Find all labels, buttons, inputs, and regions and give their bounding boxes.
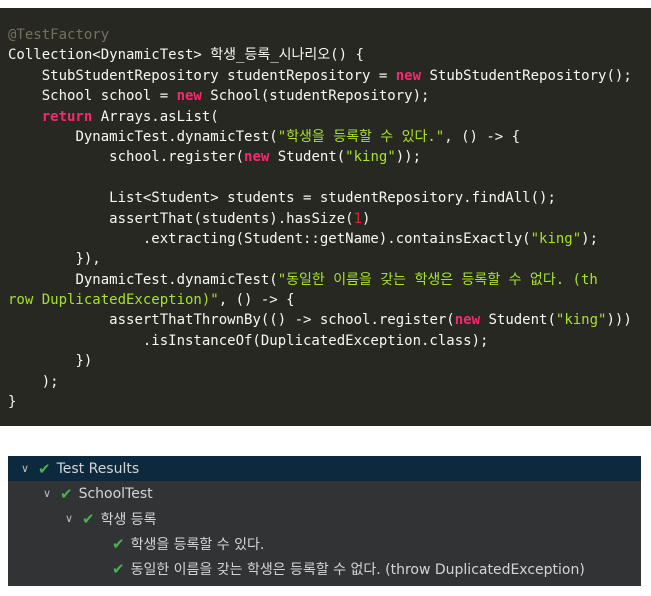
code-token: )))	[606, 312, 632, 329]
code-editor[interactable]: @TestFactory Collection<DynamicTest> 학생_등…	[0, 8, 651, 426]
check-icon: ✔	[112, 559, 125, 578]
code-token: school.register(	[109, 149, 245, 166]
test-result-row[interactable]: ∨ ✔ SchoolTest	[8, 481, 641, 506]
code-line: assertThat(students).hasSize(1)	[8, 209, 651, 229]
code-line: @TestFactory	[8, 25, 651, 45]
code-token: "학생을 등록할 수 있다."	[277, 128, 445, 145]
code-token: DynamicTest.dynamicTest(	[75, 271, 278, 288]
code-line: StubStudentRepository studentRepository …	[8, 66, 651, 86]
code-token: .isInstanceOf(DuplicatedException.class)…	[142, 332, 489, 349]
code-token: assertThatThrownBy(() -> school.register…	[109, 312, 455, 329]
code-line: Collection<DynamicTest> 학생_등록_시나리오() {	[8, 45, 651, 65]
code-line: school.register(new Student("king"));	[8, 147, 651, 167]
code-token: , () -> {	[444, 128, 521, 145]
code-token: "동일한 이름을 갖는 학생은 등록할 수 없다. (th	[277, 271, 598, 288]
test-result-row[interactable]: ∨ ✔ 학생 등록	[8, 506, 641, 531]
code-token: List<Student> students = studentReposito…	[109, 190, 556, 207]
test-result-label: 학생을 등록할 수 있다.	[130, 536, 265, 553]
code-token: .extracting(Student::getName).containsEx…	[142, 230, 531, 247]
code-line: .isInstanceOf(DuplicatedException.class)…	[8, 331, 651, 351]
code-token: return	[41, 108, 93, 125]
code-line: row DuplicatedException)", () -> {	[8, 290, 651, 310]
code-token: "king"	[530, 230, 582, 247]
code-token: Collection<DynamicTest> 학생_등록_시나리오() {	[8, 47, 364, 64]
code-line: }),	[8, 249, 651, 269]
code-line: School school = new School(studentReposi…	[8, 86, 651, 106]
code-token: , () -> {	[218, 292, 295, 309]
code-token: new	[176, 88, 202, 105]
code-line: return Arrays.asList(	[8, 107, 651, 127]
code-line: DynamicTest.dynamicTest("동일한 이름을 갖는 학생은 …	[8, 270, 651, 290]
code-token: DynamicTest.dynamicTest(	[75, 128, 278, 145]
code-token: School school =	[41, 88, 177, 105]
code-token: @TestFactory	[8, 27, 110, 43]
code-token: StubStudentRepository studentRepository …	[41, 67, 396, 84]
code-token: new	[395, 67, 422, 84]
code-line: );	[8, 372, 651, 392]
test-result-row[interactable]: ✔ 동일한 이름을 갖는 학생은 등록할 수 없다. (throw Duplica…	[8, 556, 641, 581]
code-token: 1	[353, 210, 363, 227]
code-token: );	[41, 373, 59, 390]
check-icon: ✔	[38, 459, 51, 478]
check-icon: ✔	[112, 534, 125, 553]
code-token: Arrays.asList(	[92, 108, 219, 125]
code-token: )	[362, 210, 371, 227]
chevron-down-icon[interactable]: ∨	[18, 462, 32, 475]
chevron-down-icon[interactable]: ∨	[62, 512, 76, 525]
code-token: Student(	[480, 312, 556, 329]
code-token: assertThat(students).hasSize(	[109, 210, 354, 227]
check-icon: ✔	[82, 509, 95, 528]
test-result-row[interactable]: ✔ 학생을 등록할 수 있다.	[8, 531, 641, 556]
code-token: row DuplicatedException)"	[8, 292, 219, 309]
code-line: assertThatThrownBy(() -> school.register…	[8, 310, 651, 330]
test-result-label: SchoolTest	[78, 485, 153, 502]
test-results-panel: ∨ ✔ Test Results ∨ ✔ SchoolTest ∨ ✔ 학생 등록 ✔ 학생을 등록…	[8, 456, 641, 586]
code-token: ));	[395, 149, 422, 166]
code-token: })	[75, 353, 93, 370]
check-icon: ✔	[60, 484, 73, 503]
code-token: StubStudentRepository();	[421, 67, 632, 84]
code-line: .extracting(Student::getName).containsEx…	[8, 229, 651, 249]
code-token: }),	[75, 251, 101, 268]
test-result-label: 학생 등록	[100, 511, 157, 528]
code-token: "king"	[345, 149, 396, 166]
code-token: new	[454, 312, 481, 329]
code-token: Student(	[269, 149, 346, 166]
chevron-down-icon[interactable]: ∨	[40, 487, 54, 500]
test-result-label: Test Results	[56, 460, 140, 477]
code-token: }	[8, 394, 17, 411]
test-result-row[interactable]: ∨ ✔ Test Results	[8, 456, 641, 481]
code-line: List<Student> students = studentReposito…	[8, 188, 651, 208]
test-result-label: 동일한 이름을 갖는 학생은 등록할 수 없다. (throw Duplicat…	[130, 561, 585, 578]
code-token: School(studentRepository);	[201, 88, 430, 105]
code-token: new	[244, 149, 270, 166]
code-token: "king"	[555, 312, 607, 329]
code-line: DynamicTest.dynamicTest("학생을 등록할 수 있다.",…	[8, 127, 651, 147]
code-line: })	[8, 351, 651, 371]
code-line: }	[8, 392, 651, 412]
code-token: );	[581, 230, 599, 247]
